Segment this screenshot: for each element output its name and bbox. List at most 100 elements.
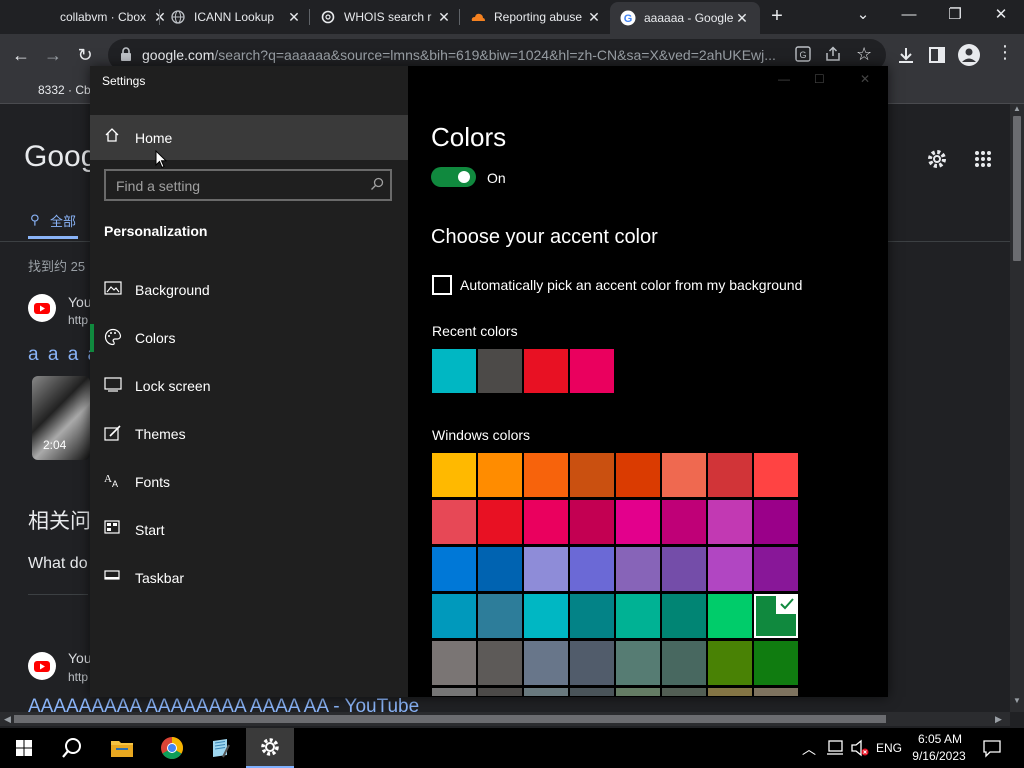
- apps-grid-icon[interactable]: [974, 150, 992, 173]
- windows-color-swatch[interactable]: [754, 453, 798, 497]
- auto-pick-checkbox[interactable]: [432, 275, 452, 295]
- tab-search-chevron-icon[interactable]: ⌄: [840, 0, 886, 34]
- tab-google-search[interactable]: G aaaaaa - Google ✕: [610, 2, 760, 34]
- windows-color-swatch[interactable]: [616, 641, 660, 685]
- window-close-icon[interactable]: ✕: [978, 0, 1024, 34]
- windows-color-swatch[interactable]: [524, 453, 568, 497]
- result-title-link[interactable]: AAAAAAAAA AAAAAAAA AAAA AA - YouTube: [28, 696, 419, 712]
- bookmark-star-icon[interactable]: ☆: [856, 44, 872, 65]
- file-explorer-icon[interactable]: [98, 728, 146, 768]
- notepad-icon[interactable]: [196, 728, 244, 768]
- volume-muted-icon[interactable]: [850, 739, 870, 762]
- tab-reporting-abuse[interactable]: Reporting abuse ✕: [460, 0, 612, 34]
- sidebar-item-themes[interactable]: Themes: [90, 412, 408, 456]
- scrollbar-thumb[interactable]: [1013, 116, 1021, 261]
- sidebar-item-home[interactable]: Home: [90, 115, 408, 160]
- minimize-icon[interactable]: —: [778, 72, 790, 86]
- bookmark-item[interactable]: 8332 · Cb: [38, 83, 91, 97]
- windows-color-swatch[interactable]: [432, 547, 476, 591]
- sidebar-item-lock-screen[interactable]: Lock screen: [90, 364, 408, 408]
- windows-color-swatch[interactable]: [478, 547, 522, 591]
- windows-color-swatch[interactable]: [478, 688, 522, 696]
- windows-color-swatch[interactable]: [570, 453, 614, 497]
- windows-color-swatch[interactable]: [754, 547, 798, 591]
- result-source[interactable]: You: [68, 650, 92, 666]
- windows-color-swatch[interactable]: [570, 500, 614, 544]
- chrome-icon[interactable]: [148, 728, 196, 768]
- close-icon[interactable]: ✕: [734, 10, 750, 27]
- windows-color-swatch[interactable]: [478, 500, 522, 544]
- share-icon[interactable]: [824, 45, 842, 68]
- sidebar-item-taskbar[interactable]: Taskbar: [90, 556, 408, 600]
- clock-time[interactable]: 6:05 AM: [912, 732, 968, 746]
- windows-color-swatch[interactable]: [662, 547, 706, 591]
- windows-color-swatch[interactable]: [662, 453, 706, 497]
- forward-arrow-icon[interactable]: →: [40, 42, 66, 68]
- windows-color-swatch[interactable]: [708, 594, 752, 638]
- windows-color-swatch[interactable]: [432, 688, 476, 696]
- windows-start-icon[interactable]: [0, 728, 48, 768]
- recent-color-swatch[interactable]: [478, 349, 522, 393]
- windows-color-swatch[interactable]: [616, 594, 660, 638]
- related-question[interactable]: What do: [28, 555, 88, 573]
- recent-color-swatch[interactable]: [570, 349, 614, 393]
- windows-color-swatch[interactable]: [708, 500, 752, 544]
- windows-color-swatch[interactable]: [616, 453, 660, 497]
- close-icon[interactable]: ✕: [586, 9, 602, 26]
- windows-color-swatch[interactable]: [708, 641, 752, 685]
- colors-toggle[interactable]: [431, 167, 476, 187]
- vertical-scrollbar[interactable]: ▲ ▼: [1010, 104, 1024, 712]
- horizontal-scrollbar[interactable]: ◀ ▶: [0, 712, 1010, 726]
- recent-color-swatch[interactable]: [524, 349, 568, 393]
- sidebar-item-fonts[interactable]: AA Fonts: [90, 460, 408, 504]
- new-tab-button[interactable]: +: [766, 5, 788, 27]
- reload-icon[interactable]: ↻: [72, 42, 98, 68]
- windows-color-swatch[interactable]: [708, 688, 752, 696]
- windows-color-swatch[interactable]: [708, 453, 752, 497]
- windows-color-swatch[interactable]: [754, 594, 798, 638]
- download-icon[interactable]: [896, 45, 916, 70]
- notification-icon[interactable]: [982, 738, 1002, 763]
- back-arrow-icon[interactable]: ←: [8, 42, 34, 68]
- tab-whois[interactable]: WHOIS search r ✕: [310, 0, 462, 34]
- windows-color-swatch[interactable]: [616, 688, 660, 696]
- sidebar-item-colors[interactable]: Colors: [90, 316, 408, 360]
- language-indicator[interactable]: ENG: [876, 741, 902, 755]
- side-panel-icon[interactable]: [928, 46, 946, 69]
- settings-gear-icon[interactable]: [246, 728, 294, 768]
- find-setting-input[interactable]: Find a setting: [104, 169, 392, 201]
- windows-color-swatch[interactable]: [524, 688, 568, 696]
- windows-color-swatch[interactable]: [616, 547, 660, 591]
- windows-color-swatch[interactable]: [432, 453, 476, 497]
- windows-color-swatch[interactable]: [524, 641, 568, 685]
- minimize-icon[interactable]: —: [886, 0, 932, 34]
- close-icon[interactable]: ✕: [436, 9, 452, 26]
- windows-color-swatch[interactable]: [432, 500, 476, 544]
- windows-color-swatch[interactable]: [524, 500, 568, 544]
- tab-cbox[interactable]: collabvm · Cbox ✕: [26, 0, 178, 34]
- translate-icon[interactable]: G: [794, 45, 812, 68]
- maximize-icon[interactable]: ☐: [814, 72, 825, 86]
- scrollbar-thumb[interactable]: [14, 715, 886, 723]
- tray-chevron-up-icon[interactable]: ︿: [802, 739, 816, 759]
- windows-color-swatch[interactable]: [570, 547, 614, 591]
- kebab-menu-icon[interactable]: ⋮: [996, 42, 1014, 63]
- windows-color-swatch[interactable]: [662, 594, 706, 638]
- windows-color-swatch[interactable]: [662, 688, 706, 696]
- windows-color-swatch[interactable]: [524, 547, 568, 591]
- tab-icann[interactable]: ICANN Lookup ✕: [160, 0, 312, 34]
- windows-color-swatch[interactable]: [754, 688, 798, 696]
- settings-gear-icon[interactable]: [926, 148, 948, 175]
- close-icon[interactable]: ✕: [286, 9, 302, 26]
- windows-color-swatch[interactable]: [432, 641, 476, 685]
- windows-color-swatch[interactable]: [570, 688, 614, 696]
- windows-color-swatch[interactable]: [570, 594, 614, 638]
- windows-color-swatch[interactable]: [478, 453, 522, 497]
- windows-color-swatch[interactable]: [616, 500, 660, 544]
- search-icon[interactable]: [48, 728, 96, 768]
- windows-color-swatch[interactable]: [662, 641, 706, 685]
- sidebar-item-background[interactable]: Background: [90, 268, 408, 312]
- profile-avatar-icon[interactable]: [958, 44, 980, 71]
- clock-date[interactable]: 9/16/2023: [908, 749, 970, 763]
- recent-color-swatch[interactable]: [432, 349, 476, 393]
